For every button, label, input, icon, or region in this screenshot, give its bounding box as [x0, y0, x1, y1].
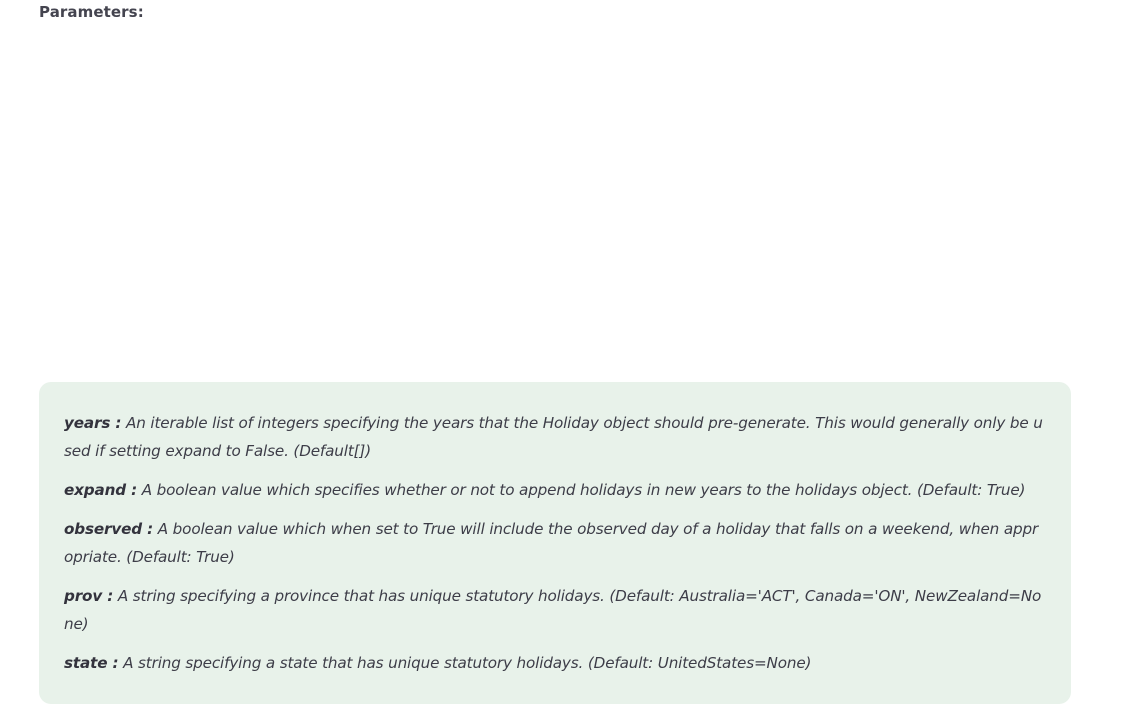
- param-name: years :: [64, 414, 122, 432]
- parameters-box: years : An iterable list of integers spe…: [39, 382, 1071, 704]
- param-name: prov :: [64, 587, 114, 605]
- param-years: years : An iterable list of integers spe…: [64, 409, 1046, 465]
- param-description: An iterable list of integers specifying …: [64, 414, 1043, 460]
- param-description: A string specifying a state that has uni…: [123, 654, 812, 672]
- param-observed: observed : A boolean value which when se…: [64, 515, 1046, 571]
- param-prov: prov : A string specifying a province th…: [64, 582, 1046, 638]
- param-name: expand :: [64, 481, 138, 499]
- param-description: A string specifying a province that has …: [64, 587, 1042, 633]
- param-state: state : A string specifying a state that…: [64, 649, 1046, 677]
- param-name: observed :: [64, 520, 154, 538]
- param-description: A boolean value which when set to True w…: [64, 520, 1039, 566]
- param-expand: expand : A boolean value which specifies…: [64, 476, 1046, 504]
- param-name: state :: [64, 654, 119, 672]
- param-description: A boolean value which specifies whether …: [141, 481, 1026, 499]
- parameters-heading: Parameters:: [39, 3, 144, 21]
